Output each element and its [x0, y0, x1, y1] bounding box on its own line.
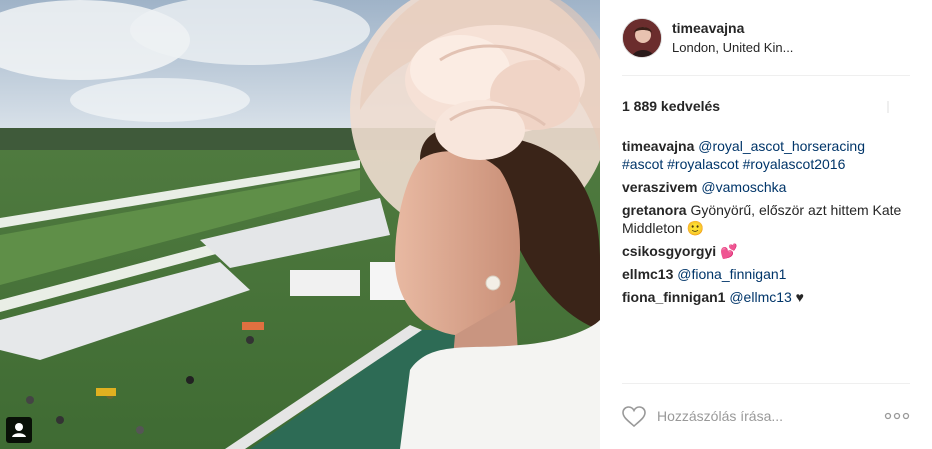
- comment-item: timeavajna @royal_ascot_horseracing #asc…: [622, 137, 910, 173]
- post-details-panel: timeavajna London, United Kin... 1 889 k…: [600, 0, 932, 449]
- comment-link[interactable]: @ellmc13: [729, 289, 791, 305]
- comment-item: gretanora Gyönyörű, először azt hittem K…: [622, 201, 910, 237]
- comment-item: fiona_finnigan1 @ellmc13 ♥: [622, 288, 910, 306]
- comment-link[interactable]: #royalascot: [667, 156, 739, 172]
- post-header: timeavajna London, United Kin...: [622, 18, 910, 76]
- comment-text: 💕: [720, 243, 738, 259]
- post-location[interactable]: London, United Kin...: [672, 40, 793, 55]
- comment-username[interactable]: ellmc13: [622, 266, 673, 282]
- user-tag-icon[interactable]: [6, 417, 32, 443]
- comment-item: ellmc13 @fiona_finnigan1: [622, 265, 910, 283]
- likes-row: 1 889 kedvelés: [622, 98, 910, 118]
- post-footer: Hozzászólás írása...: [622, 383, 910, 449]
- scroll-indicator-icon: [884, 100, 892, 113]
- comment-link[interactable]: @royal_ascot_horseracing: [698, 138, 865, 154]
- avatar[interactable]: [622, 18, 662, 58]
- comment-link[interactable]: #royalascot2016: [743, 156, 846, 172]
- comment-username[interactable]: veraszivem: [622, 179, 698, 195]
- comment-username[interactable]: timeavajna: [622, 138, 694, 154]
- post-image: [0, 0, 600, 449]
- comment-username[interactable]: gretanora: [622, 202, 687, 218]
- comment-input[interactable]: Hozzászólás írása...: [657, 408, 783, 424]
- comment-text: ♥: [791, 289, 804, 305]
- comment-link[interactable]: #ascot: [622, 156, 663, 172]
- comment-link[interactable]: @fiona_finnigan1: [677, 266, 786, 282]
- comment-link[interactable]: @vamoschka: [701, 179, 786, 195]
- comments-list: timeavajna @royal_ascot_horseracing #asc…: [622, 137, 910, 311]
- likes-count[interactable]: 1 889 kedvelés: [622, 98, 720, 114]
- comment-username[interactable]: csikosgyorgyi: [622, 243, 716, 259]
- heart-outline-icon[interactable]: [622, 406, 646, 428]
- comment-item: csikosgyorgyi 💕: [622, 242, 910, 260]
- comment-item: veraszivem @vamoschka: [622, 178, 910, 196]
- follow-placeholder: [880, 30, 910, 48]
- comment-username[interactable]: fiona_finnigan1: [622, 289, 725, 305]
- more-options-icon[interactable]: [884, 409, 910, 423]
- post-username[interactable]: timeavajna: [672, 20, 744, 36]
- post-photo[interactable]: [0, 0, 600, 449]
